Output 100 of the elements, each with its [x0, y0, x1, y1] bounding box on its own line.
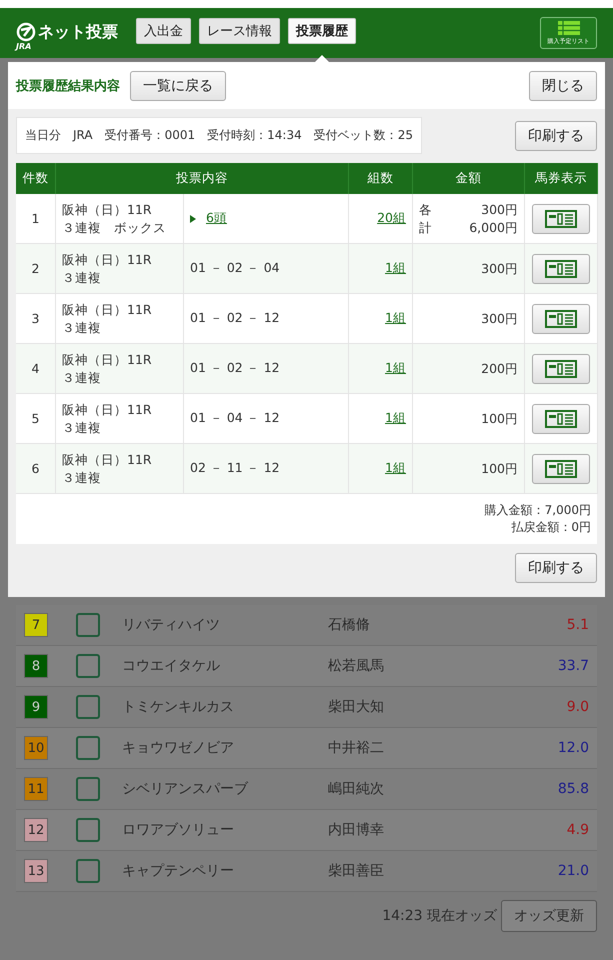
table-cell: 4 [16, 344, 56, 394]
logo-icon [16, 22, 36, 42]
ticket-view-button[interactable] [532, 454, 590, 484]
checkbox[interactable] [76, 695, 100, 719]
combos-link[interactable]: 1組 [385, 410, 406, 427]
frame-number: 8 [24, 654, 48, 678]
ticket-icon [545, 460, 577, 478]
ticket-icon [545, 360, 577, 378]
jockey-name: 内田博幸 [328, 821, 384, 839]
total-text: 払戻金額：0円 [511, 519, 591, 536]
frame-number: 9 [24, 695, 48, 719]
selection-link[interactable]: 6頭 [206, 210, 227, 227]
ticket-icon [545, 210, 577, 228]
table-cell: 300円 [413, 244, 525, 294]
frame-number: 11 [24, 777, 48, 801]
jockey-name: 松若風馬 [328, 657, 384, 675]
table-cell: 2 [16, 244, 56, 294]
column-header: 金額 [413, 163, 525, 194]
odds-value: 9.0 [566, 699, 589, 715]
horse-name: コウエイタケル [122, 657, 221, 675]
ticket-icon [545, 260, 577, 278]
dialog-title: 投票履歴結果内容 [16, 78, 120, 95]
table-cell: 阪神（日）11R ３連複 [56, 294, 184, 344]
odds-value: 33.7 [558, 658, 589, 674]
odds-value: 5.1 [566, 617, 589, 633]
table-cell: 01 － 04 － 12 [184, 394, 349, 444]
column-header: 件数 [16, 163, 56, 194]
table-cell: 300円 [413, 294, 525, 344]
triangle-icon [190, 214, 196, 222]
ticket-view-button[interactable] [532, 354, 590, 384]
ticket-view-button[interactable] [532, 254, 590, 284]
nav-tab[interactable]: レース情報 [199, 18, 280, 44]
checkbox[interactable] [76, 818, 100, 842]
odds-value: 4.9 [566, 822, 589, 838]
horse-name: リバティハイツ [122, 616, 221, 634]
close-button[interactable]: 閉じる [529, 71, 597, 101]
checkbox[interactable] [76, 654, 100, 678]
checkbox[interactable] [76, 777, 100, 801]
odds-value: 85.8 [558, 781, 589, 797]
table-cell: 阪神（日）11R ３連複 [56, 394, 184, 444]
table-cell: 各 300円 計 6,000円 [413, 194, 525, 244]
receipt-info: 当日分 JRA 受付番号：0001 受付時刻：14:34 受付ベット数：25 [16, 117, 422, 154]
horse-name: キョウワゼノビア [122, 739, 235, 757]
checkbox[interactable] [76, 613, 100, 637]
horse-name: キャプテンペリー [122, 862, 235, 880]
combos-link[interactable]: 1組 [385, 360, 406, 377]
odds-value: 21.0 [558, 863, 589, 879]
horse-name: シベリアンスパーブ [122, 780, 250, 798]
table-cell: 01 － 02 － 04 [184, 244, 349, 294]
table-cell: 100円 [413, 444, 525, 494]
ticket-view-button[interactable] [532, 404, 590, 434]
combos-link[interactable]: 1組 [385, 310, 406, 327]
combos-link[interactable]: 1組 [385, 260, 406, 277]
logo-text: ネット投票 [38, 22, 118, 42]
column-header: 投票内容 [56, 163, 349, 194]
ticket-icon [545, 410, 577, 428]
jockey-name: 柴田善臣 [328, 862, 384, 880]
table-cell: 100円 [413, 394, 525, 444]
odds-time: 14:23 現在オッズ [382, 907, 497, 925]
table-cell: 6 [16, 444, 56, 494]
print-button[interactable]: 印刷する [515, 120, 597, 150]
logo-sub-text: JRA [16, 42, 32, 50]
table-cell: 1 [16, 194, 56, 244]
nav-tab[interactable]: 入出金 [136, 18, 191, 44]
table-cell: 阪神（日）11R ３連複 [56, 344, 184, 394]
odds-update-button[interactable]: オッズ更新 [501, 900, 597, 932]
ticket-view-button[interactable] [532, 204, 590, 234]
print-button[interactable]: 印刷する [515, 553, 597, 583]
table-cell: 5 [16, 394, 56, 444]
table-cell: 200円 [413, 344, 525, 394]
frame-number: 12 [24, 818, 48, 842]
table-cell: 阪神（日）11R ３連複 [56, 244, 184, 294]
jockey-name: 中井裕二 [328, 739, 384, 757]
frame-number: 10 [24, 736, 48, 760]
table-cell: 阪神（日）11R ３連複 ボックス [56, 194, 184, 244]
table-cell: 01 － 02 － 12 [184, 344, 349, 394]
jockey-name: 石橋脩 [328, 616, 370, 634]
checkbox[interactable] [76, 859, 100, 883]
horse-name: ロワアブソリュー [122, 821, 235, 839]
ticket-view-button[interactable] [532, 304, 590, 334]
jockey-name: 嶋田純次 [328, 780, 384, 798]
total-text: 購入金額：7,000円 [484, 502, 591, 519]
ticket-icon [545, 310, 577, 328]
table-cell: 阪神（日）11R ３連複 [56, 444, 184, 494]
table-cell: 3 [16, 294, 56, 344]
odds-value: 12.0 [558, 740, 589, 756]
column-header: 馬券表示 [525, 163, 598, 194]
table-cell: 01 － 02 － 12 [184, 294, 349, 344]
frame-number: 7 [24, 613, 48, 637]
list-icon [558, 20, 580, 34]
nav-tab[interactable]: 投票履歴 [288, 18, 356, 44]
frame-number: 13 [24, 859, 48, 883]
horse-name: トミケンキルカス [122, 698, 235, 716]
jockey-name: 柴田大知 [328, 698, 384, 716]
checkbox[interactable] [76, 736, 100, 760]
back-button[interactable]: 一覧に戻る [130, 71, 226, 101]
table-cell: 02 － 11 － 12 [184, 444, 349, 494]
combos-link[interactable]: 20組 [377, 210, 406, 227]
combos-link[interactable]: 1組 [385, 460, 406, 477]
column-header: 組数 [349, 163, 413, 194]
